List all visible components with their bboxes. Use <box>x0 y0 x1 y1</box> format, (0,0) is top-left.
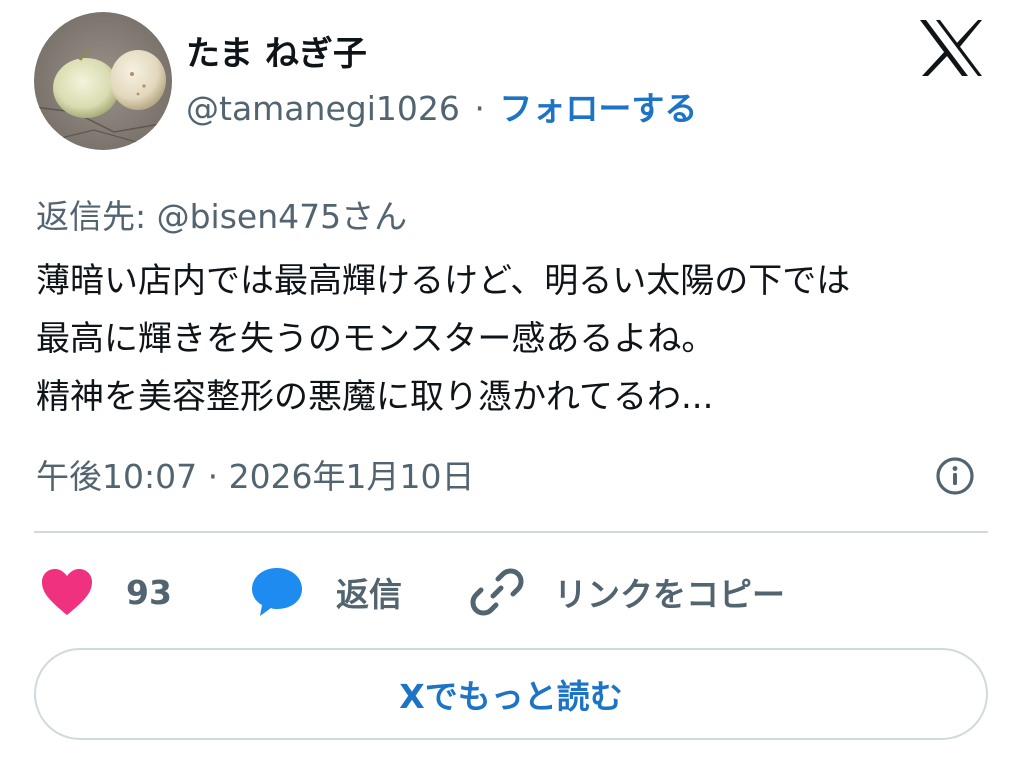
tweet-text: 薄暗い店内では最高輝けるけど、明るい太陽の下では 最高に輝きを失うのモンスター感… <box>36 252 986 426</box>
reply-to-mention[interactable]: @bisen475さん <box>157 197 408 236</box>
separator-dot: · <box>474 89 485 128</box>
reply-button[interactable]: 返信 <box>250 560 402 624</box>
read-more-label: Xでもっと読む <box>399 677 623 716</box>
copy-link-label: リンクをコピー <box>554 575 785 614</box>
x-logo-icon[interactable] <box>918 18 984 78</box>
speech-bubble-icon <box>252 568 302 616</box>
tweet-text-line: 最高に輝きを失うのモンスター感あるよね。 <box>36 319 716 359</box>
read-more-button[interactable]: Xでもっと読む <box>34 648 988 740</box>
heart-icon <box>42 569 92 615</box>
author-handle[interactable]: @tamanegi1026 <box>186 89 460 128</box>
tweet-timestamp[interactable]: 午後10:07 · 2026年1月10日 <box>36 450 475 498</box>
copy-link-button[interactable]: リンクをコピー <box>470 560 785 624</box>
like-count: 93 <box>126 572 172 612</box>
link-icon <box>470 568 524 616</box>
author-name[interactable]: たま ねぎ子 <box>186 26 367 75</box>
avatar[interactable] <box>34 12 172 150</box>
tweet-text-line: 精神を美容整形の悪魔に取り憑かれてるわ... <box>36 377 714 417</box>
tweet-text-line: 薄暗い店内では最高輝けるけど、明るい太陽の下では <box>36 261 851 301</box>
reply-label: 返信 <box>336 575 402 614</box>
like-button[interactable]: 93 <box>40 560 172 624</box>
info-icon[interactable] <box>935 456 975 496</box>
tweet-embed-card: たま ねぎ子 @tamanegi1026 · フォローする 返信先: @bise… <box>0 0 1017 758</box>
follow-link[interactable]: フォローする <box>499 89 697 128</box>
handle-row: @tamanegi1026 · フォローする <box>186 87 697 131</box>
reply-to-line: 返信先: @bisen475さん <box>36 190 407 238</box>
divider <box>34 531 988 533</box>
reply-to-prefix: 返信先: <box>36 197 157 236</box>
avatar-image <box>34 12 172 150</box>
